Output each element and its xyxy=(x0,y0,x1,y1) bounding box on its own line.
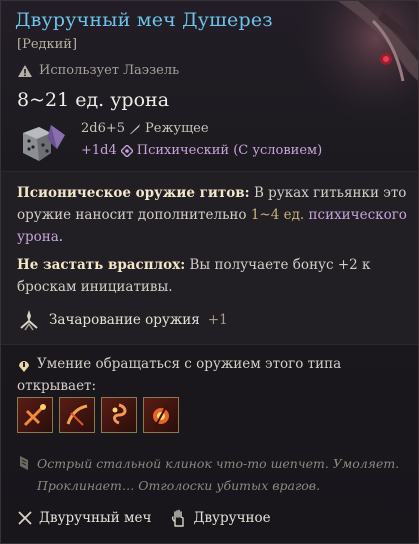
dice-icon xyxy=(23,125,65,161)
enchantment-value: +1 xyxy=(207,312,228,328)
two-handed-icon xyxy=(172,509,185,527)
enchantment-icon xyxy=(20,310,38,331)
proficiency-text: Умение обращаться с оружием этого типа о… xyxy=(17,356,342,394)
action-icon-3 xyxy=(112,403,127,425)
item-damage: 8~21 ед. урона xyxy=(17,89,170,111)
passive-psionic-title: Псионическое оружие гитов: xyxy=(17,185,250,201)
action-slot-4[interactable] xyxy=(143,397,179,433)
description-panel: Псионическое оружие гитов: В руках гитья… xyxy=(1,171,418,345)
dice-base: 2d6+5 xyxy=(81,121,126,136)
dice-type: Режущее xyxy=(145,121,209,136)
passive-alert: Не застать врасплох: Вы получаете бонус … xyxy=(17,257,371,295)
psychic-icon xyxy=(120,144,133,157)
action-icon-4 xyxy=(153,404,169,428)
item-uses-line: Использует Лаэзель xyxy=(17,63,179,78)
tooltip-footer: Двуручный меч Двуручное xyxy=(17,509,271,527)
greatsword-icon xyxy=(18,511,32,525)
item-title: Двуручный меч Душерез xyxy=(15,9,273,31)
slashing-icon xyxy=(130,123,141,134)
dice-bonus-type: Психический (С условием) xyxy=(136,143,323,158)
psionic-damage-value: 1~4 ед. xyxy=(250,207,305,223)
item-rarity: [Редкий] xyxy=(17,37,78,52)
item-uses-text: Использует Лаэзель xyxy=(39,63,180,78)
dice-bonus: +1d4 xyxy=(81,143,117,158)
flavor-icon xyxy=(20,456,28,470)
passive-psionic: Псионическое оружие гитов: В руках гитья… xyxy=(17,185,407,245)
enchantment-label: Зачарование оружия xyxy=(49,312,200,328)
sword-art-icon xyxy=(278,1,418,151)
handedness-label: Двуручное xyxy=(193,510,271,526)
weapon-enchantment: Зачарование оружия +1 xyxy=(17,308,228,332)
action-icon-1 xyxy=(23,404,46,427)
tooltip-header: Двуручный меч Душерез [Редкий] Используе… xyxy=(1,1,418,171)
action-icon-2 xyxy=(66,404,88,426)
flavor-text: Острый стальной клинок что-то шепчет. Ум… xyxy=(37,456,400,493)
damage-dice-line: 2d6+5 Режущее xyxy=(81,121,209,136)
action-slot-3[interactable] xyxy=(101,397,137,433)
damage-bonus-line: +1d4 Психический (С условием) xyxy=(81,143,322,158)
warning-icon xyxy=(18,64,32,77)
weapon-type-tag: Двуручный меч xyxy=(17,510,151,526)
weapon-type-label: Двуручный меч xyxy=(39,510,152,526)
action-slot-2[interactable] xyxy=(59,397,95,433)
handedness-tag: Двуручное xyxy=(171,509,271,527)
action-slot-1[interactable] xyxy=(17,397,53,433)
unlocked-actions xyxy=(17,397,179,433)
passive-alert-title: Не застать врасплох: xyxy=(17,257,186,273)
item-tooltip: Двуручный меч Душерез [Редкий] Используе… xyxy=(0,0,419,544)
